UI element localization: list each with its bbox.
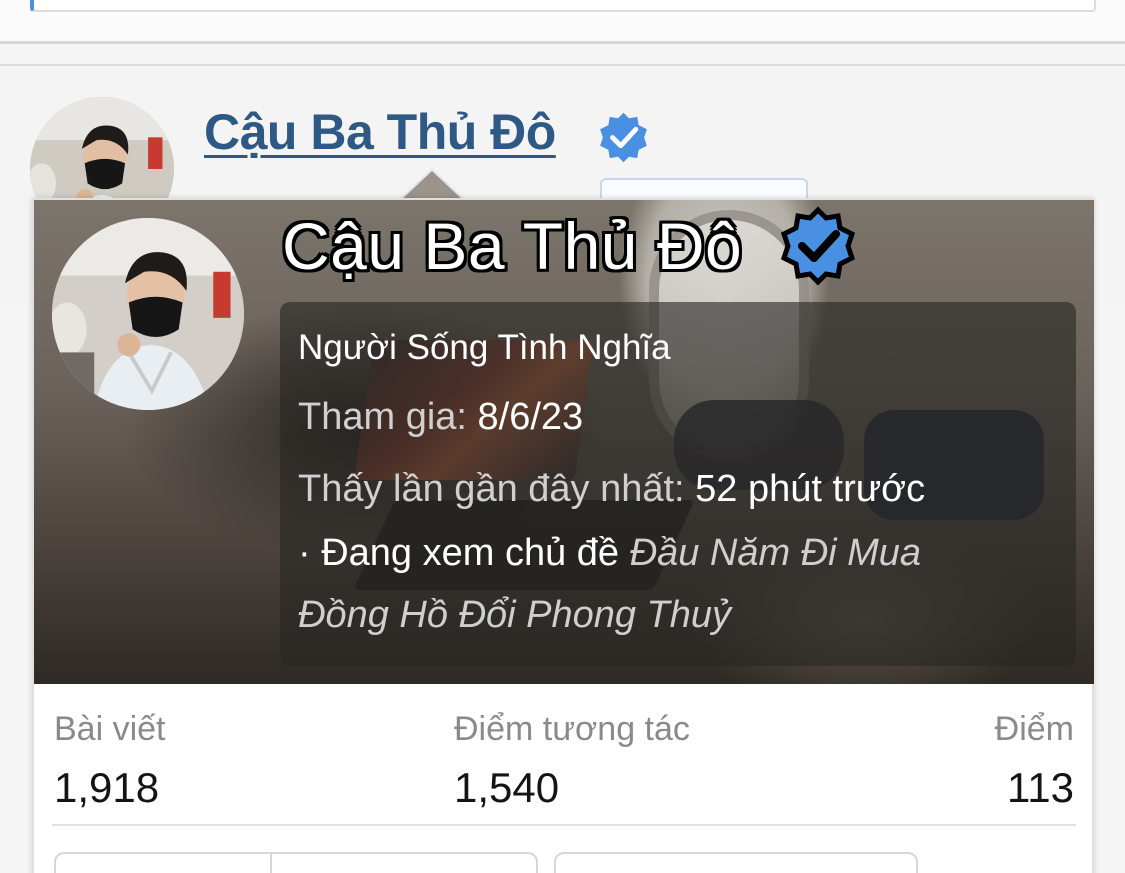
profile-banner: Cậu Ba Thủ Đô Người Sống Tình Nghĩa Tham… xyxy=(34,200,1094,684)
member-avatar[interactable] xyxy=(52,218,244,410)
joined-row: Tham gia: 8/6/23 xyxy=(298,396,583,439)
stat-posts-value[interactable]: 1,918 xyxy=(54,764,159,812)
button-separator xyxy=(270,854,272,873)
verified-badge-icon xyxy=(600,112,647,163)
viewing-prefix: · Đang xem chủ đề xyxy=(298,532,620,574)
member-stats: Bài viết 1,918 Điểm tương tác 1,540 Điểm… xyxy=(52,706,1076,826)
stat-reactions-value[interactable]: 1,540 xyxy=(454,764,559,812)
last-seen-value: 52 phút trước xyxy=(695,468,926,510)
viewing-thread-link[interactable]: Đầu Năm Đi Mua xyxy=(630,532,921,574)
stat-points-value[interactable]: 113 xyxy=(1007,764,1074,812)
tooltip-arrow-inner xyxy=(400,171,464,201)
member-action-buttons xyxy=(52,852,1076,873)
joined-label: Tham gia: xyxy=(298,396,467,438)
joined-value: 8/6/23 xyxy=(477,396,584,438)
action-button-group[interactable] xyxy=(54,852,538,873)
viewing-row-continued: Đồng Hồ Đổi Phong Thuỷ xyxy=(298,594,731,637)
member-name[interactable]: Cậu Ba Thủ Đô xyxy=(282,208,742,284)
top-strip xyxy=(0,0,1125,44)
last-seen-label: Thấy lần gần đây nhất: xyxy=(298,468,685,510)
stat-reactions-label: Điểm tương tác xyxy=(454,710,690,748)
action-button[interactable] xyxy=(554,852,918,873)
verified-badge-icon xyxy=(780,206,856,286)
viewing-row: · Đang xem chủ đề Đầu Năm Đi Mua xyxy=(298,532,921,575)
stat-points-label: Điểm xyxy=(994,710,1074,748)
stat-posts-label: Bài viết xyxy=(54,710,166,748)
post-author-name[interactable]: Cậu Ba Thủ Đô xyxy=(204,103,556,161)
member-info-panel: Người Sống Tình Nghĩa Tham gia: 8/6/23 T… xyxy=(280,302,1076,666)
member-title: Người Sống Tình Nghĩa xyxy=(298,328,671,367)
member-tooltip-card: Cậu Ba Thủ Đô Người Sống Tình Nghĩa Tham… xyxy=(32,198,1094,873)
quote-box xyxy=(30,0,1096,12)
viewing-thread-link-continued[interactable]: Đồng Hồ Đổi Phong Thuỷ xyxy=(298,594,731,636)
last-seen-row: Thấy lần gần đây nhất: 52 phút trước xyxy=(298,468,925,511)
